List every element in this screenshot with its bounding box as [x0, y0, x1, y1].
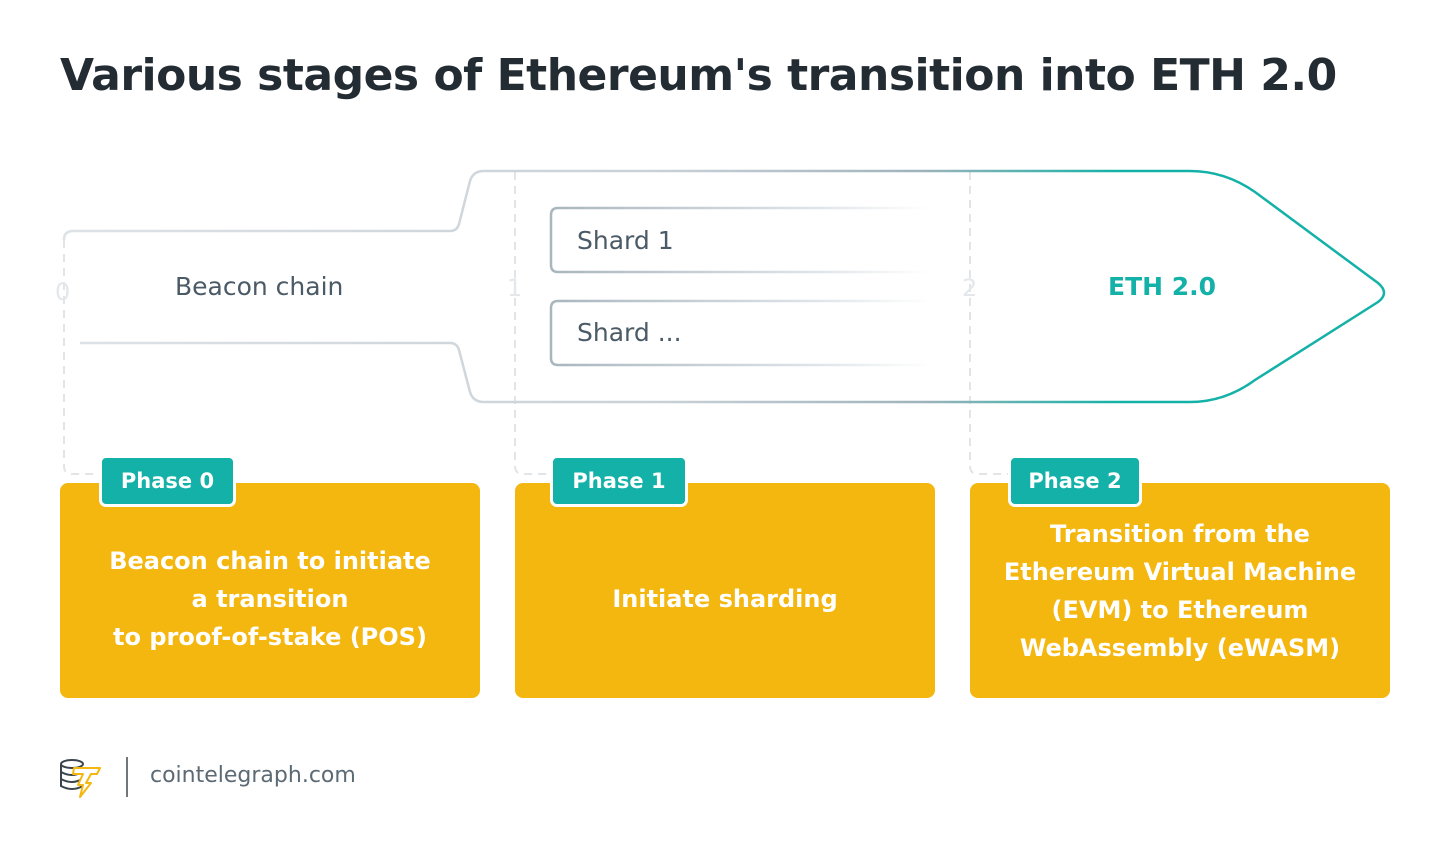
- transition-arrow-diagram: [60, 169, 1386, 798]
- phase-1-description: Initiate sharding: [612, 584, 838, 613]
- phase-0-card: Beacon chain to initiate a transition to…: [60, 483, 480, 698]
- cointelegraph-logo-icon: [60, 759, 101, 798]
- phase-1-card: Initiate sharding: [515, 483, 935, 698]
- footer-site-link[interactable]: cointelegraph.com: [150, 763, 356, 788]
- shard-1-label: Shard 1: [577, 226, 674, 255]
- phase-2-tab: Phase 2: [1008, 455, 1142, 507]
- stage-number-1: 1: [507, 274, 523, 302]
- stage-1-bracket: [514, 172, 552, 475]
- beacon-chain-label: Beacon chain: [175, 272, 344, 301]
- phase-0-description: Beacon chain to initiate a transition to…: [109, 546, 431, 651]
- footer-divider: [126, 757, 128, 797]
- stage-number-0: 0: [55, 278, 71, 306]
- phase-2-card: Transition from the Ethereum Virtual Mac…: [970, 483, 1390, 698]
- eth2-label: ETH 2.0: [1108, 272, 1217, 301]
- phase-1-tab: Phase 1: [550, 455, 688, 507]
- shard-n-label: Shard ...: [577, 318, 682, 347]
- stage-number-2: 2: [962, 274, 978, 302]
- stage-0-bracket: [63, 240, 100, 475]
- phase-2-description: Transition from the Ethereum Virtual Mac…: [1003, 519, 1357, 662]
- phase-0-tab: Phase 0: [99, 455, 236, 507]
- stage-2-bracket: [969, 172, 1008, 475]
